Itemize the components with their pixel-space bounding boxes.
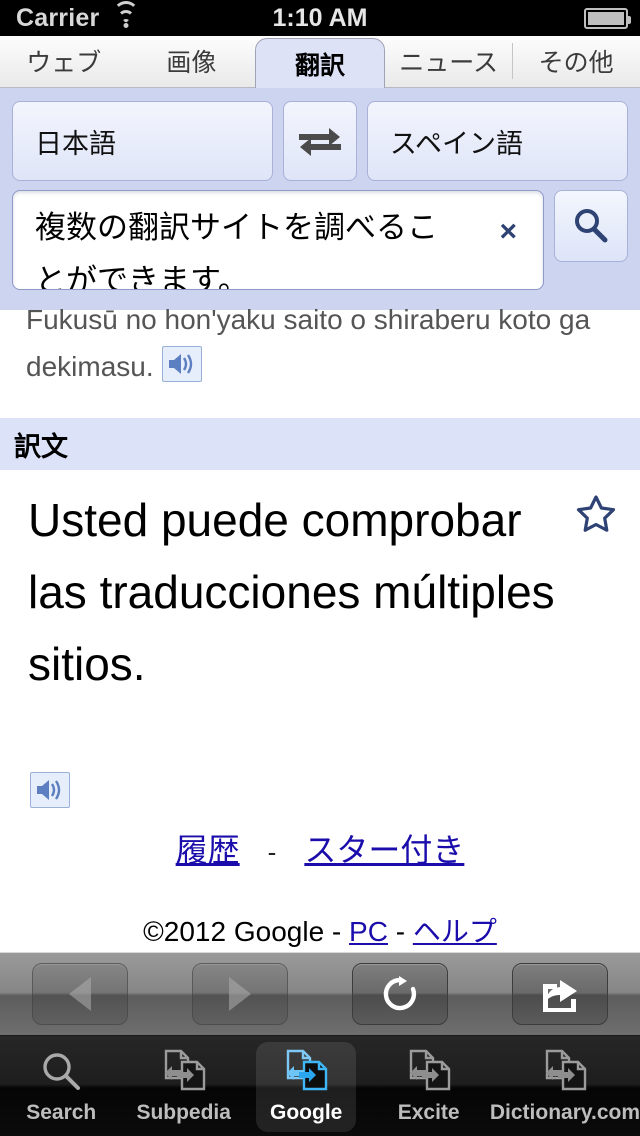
reload-icon xyxy=(383,976,417,1011)
tab-images[interactable]: 画像 xyxy=(128,35,256,87)
transliteration-block: Fukusū no hon'yaku saito o shiraberu kot… xyxy=(0,296,640,390)
tab-label: ウェブ xyxy=(26,49,102,77)
transliteration-text: Fukusū no hon'yaku saito o shiraberu kot… xyxy=(26,304,591,382)
app-tab-label: Search xyxy=(26,1101,97,1124)
search-icon xyxy=(575,209,608,243)
copyright-row: ©2012 Google - PC - ヘルプ xyxy=(0,910,640,950)
translate-pages-icon xyxy=(280,1047,332,1097)
app-tab-subpedia[interactable]: Subpedia xyxy=(122,1036,244,1136)
translate-input-value: 複数の翻訳サイトを調べることができます。 xyxy=(35,210,438,290)
tab-label: 画像 xyxy=(166,49,217,77)
clock-label: 1:10 AM xyxy=(272,3,368,32)
clear-icon[interactable]: × xyxy=(499,217,517,247)
translation-result-panel: Usted puede comprobar las traducciones m… xyxy=(0,470,640,947)
target-language-label: スペイン語 xyxy=(389,128,523,159)
search-button[interactable] xyxy=(554,190,628,262)
speaker-glyph xyxy=(37,780,61,800)
footer-link-row: 履歴 - スター付き xyxy=(0,825,640,871)
translate-pages-icon xyxy=(403,1047,455,1097)
app-tab-label: Subpedia xyxy=(136,1101,231,1124)
share-button[interactable] xyxy=(512,963,608,1025)
target-language-select[interactable]: スペイン語 xyxy=(366,101,628,181)
browser-toolbar xyxy=(0,952,640,1036)
magnifier-icon xyxy=(38,1047,84,1097)
swap-arrows-icon xyxy=(298,128,341,156)
speaker-icon[interactable] xyxy=(161,346,202,382)
tab-more[interactable]: その他 xyxy=(512,35,640,87)
search-input-row: 複数の翻訳サイトを調べることができます。 × xyxy=(0,190,640,294)
translate-controls-panel: 日本語 スペイン語 複数の翻訳サイトを調べることができます。 × Fukusū … xyxy=(0,88,640,382)
tab-label: その他 xyxy=(538,49,614,77)
source-language-label: 日本語 xyxy=(35,128,116,159)
tab-label: 翻訳 xyxy=(294,51,345,80)
back-button[interactable] xyxy=(32,963,128,1025)
copyright-separator: - xyxy=(387,916,413,947)
app-tab-excite[interactable]: Excite xyxy=(367,1036,489,1136)
translated-text: Usted puede comprobar las traducciones m… xyxy=(28,494,555,690)
forward-button[interactable] xyxy=(192,963,288,1025)
category-tab-strip: ウェブ 画像 翻訳 ニュース その他 xyxy=(0,36,640,88)
status-bar: Carrier 1:10 AM xyxy=(0,0,640,36)
app-tab-search[interactable]: Search xyxy=(0,1036,122,1136)
back-arrow-icon xyxy=(69,977,91,1011)
reload-button[interactable] xyxy=(352,963,448,1025)
share-icon xyxy=(543,980,577,1012)
app-tab-dictionary[interactable]: Dictionary.com xyxy=(490,1036,640,1136)
tab-web[interactable]: ウェブ xyxy=(0,35,128,87)
tab-translate[interactable]: 翻訳 xyxy=(255,38,385,88)
translate-pages-icon xyxy=(539,1047,591,1097)
app-tab-google[interactable]: Google xyxy=(245,1036,367,1136)
starred-link[interactable]: スター付き xyxy=(304,832,464,868)
history-link[interactable]: 履歴 xyxy=(176,832,240,868)
speaker-icon-result[interactable] xyxy=(30,772,70,808)
tab-news[interactable]: ニュース xyxy=(385,35,513,87)
result-section-title: 訳文 xyxy=(14,431,68,462)
app-tab-label: Dictionary.com xyxy=(489,1101,640,1124)
source-language-select[interactable]: 日本語 xyxy=(12,101,274,181)
battery-icon xyxy=(584,8,631,29)
link-separator: - xyxy=(267,837,277,867)
swap-languages-button[interactable] xyxy=(283,101,357,181)
translate-input-field[interactable]: 複数の翻訳サイトを調べることができます。 × xyxy=(12,190,544,290)
app-tab-label: Excite xyxy=(397,1101,460,1124)
star-glyph xyxy=(576,495,616,532)
help-link[interactable]: ヘルプ xyxy=(413,916,497,947)
translate-pages-icon xyxy=(158,1047,210,1097)
tab-label: ニュース xyxy=(399,49,498,77)
language-selector-row: 日本語 スペイン語 xyxy=(0,100,640,182)
app-tab-label: Google xyxy=(270,1101,343,1124)
copyright-text: ©2012 Google - xyxy=(143,916,350,947)
star-outline-icon[interactable] xyxy=(576,494,616,534)
speaker-glyph xyxy=(168,354,192,374)
result-section-header: 訳文 xyxy=(0,418,640,470)
app-tab-bar: Search Subpedia Google Excite Dictionary… xyxy=(0,1036,640,1136)
forward-arrow-icon xyxy=(229,977,251,1011)
pc-link[interactable]: PC xyxy=(349,916,388,947)
